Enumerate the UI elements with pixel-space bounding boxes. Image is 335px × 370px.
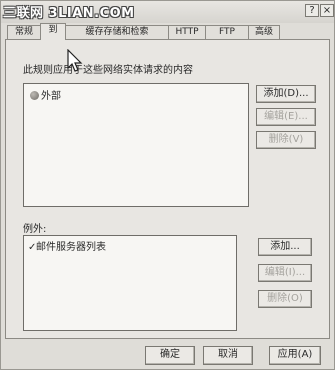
tab-http[interactable]: HTTP: [168, 25, 206, 39]
tab-ftp[interactable]: FTP: [205, 25, 249, 39]
tab-general[interactable]: 常规: [7, 25, 41, 39]
ok-button[interactable]: 确定: [145, 346, 195, 365]
edit-destination-button[interactable]: 编辑(E)...: [256, 108, 316, 126]
list-item[interactable]: ✓邮件服务器列表: [28, 238, 106, 253]
help-button[interactable]: ?: [305, 4, 319, 17]
tab-cache[interactable]: 缓存存储和检索: [65, 25, 169, 39]
rule-description: 此规则应用于这些网络实体请求的内容: [23, 65, 193, 76]
add-exception-button[interactable]: 添加...: [258, 238, 312, 256]
tab-advanced[interactable]: 高级: [248, 25, 280, 39]
network-globe-icon: [30, 91, 39, 100]
properties-dialog: 三联网 3LIAN.COM ? × 常规 到 缓存存储和检索 HTTP FTP …: [0, 0, 335, 370]
close-button[interactable]: ×: [320, 4, 334, 17]
exceptions-list[interactable]: ✓邮件服务器列表: [23, 235, 237, 331]
destination-label: 外部: [41, 91, 61, 102]
cancel-button[interactable]: 取消: [203, 346, 253, 365]
apply-button[interactable]: 应用(A): [269, 346, 321, 365]
exceptions-label: 例外:: [23, 224, 47, 235]
watermark-text: 三联网 3LIAN.COM: [3, 6, 135, 21]
remove-exception-button[interactable]: 删除(O): [258, 290, 312, 308]
mouse-pointer-icon: [67, 49, 83, 72]
exception-label: 邮件服务器列表: [36, 242, 106, 253]
edit-exception-button[interactable]: 编辑(I)...: [258, 264, 312, 282]
title-bar: 三联网 3LIAN.COM ? ×: [1, 1, 334, 23]
destinations-list[interactable]: 外部: [23, 83, 249, 207]
remove-destination-button[interactable]: 删除(V): [256, 131, 316, 149]
tab-to[interactable]: 到: [40, 23, 66, 40]
add-destination-button[interactable]: 添加(D)...: [256, 85, 316, 103]
list-item[interactable]: 外部: [30, 87, 61, 102]
checkbox-icon[interactable]: ✓: [28, 242, 36, 253]
